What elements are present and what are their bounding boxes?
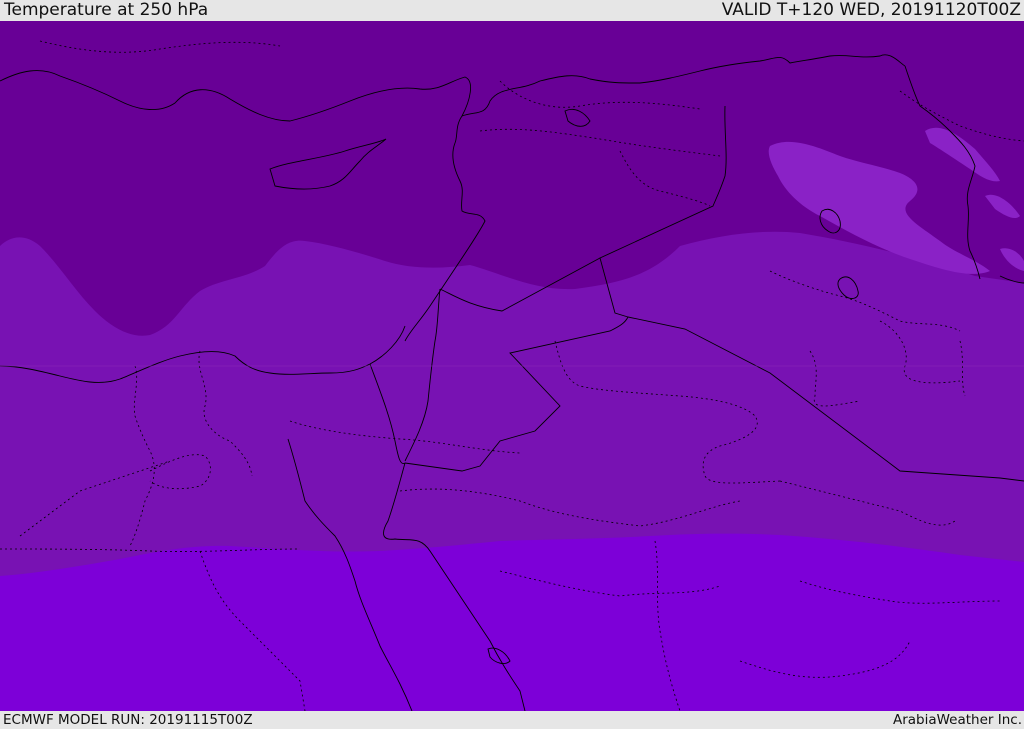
model-run: ECMWF MODEL RUN: 20191115T00Z: [3, 712, 253, 728]
valid-time: VALID T+120 WED, 20191120T00Z: [721, 0, 1021, 20]
credit: ArabiaWeather Inc.: [892, 712, 1022, 728]
weather-map[interactable]: [0, 21, 1024, 711]
header-bar: Temperature at 250 hPa VALID T+120 WED, …: [0, 0, 1024, 21]
footer-bar: ECMWF MODEL RUN: 20191115T00Z ArabiaWeat…: [0, 711, 1024, 729]
band-warm: [0, 533, 1024, 711]
map-canvas: [0, 21, 1024, 711]
map-title: Temperature at 250 hPa: [4, 0, 209, 20]
